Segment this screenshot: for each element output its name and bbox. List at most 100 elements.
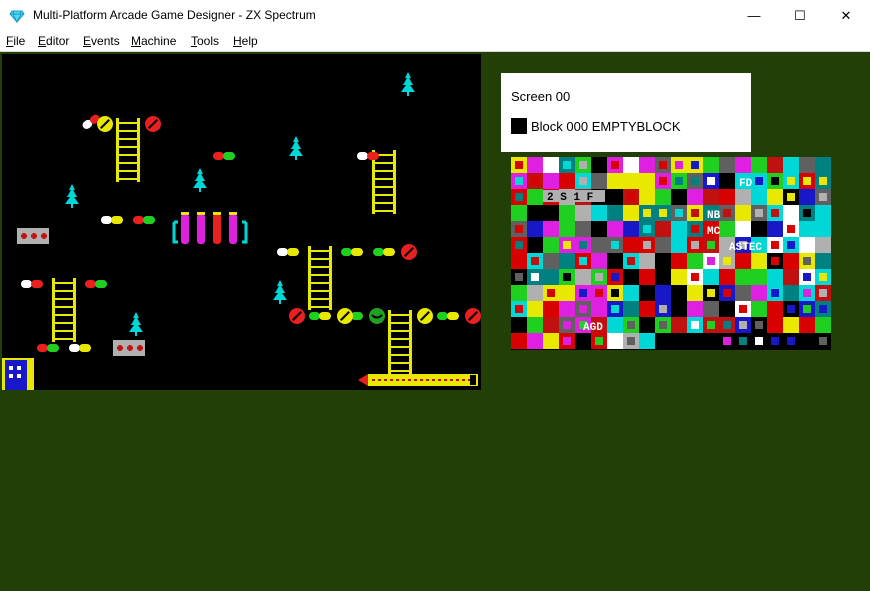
palette-block[interactable] [671,333,687,349]
palette-block[interactable] [687,253,703,269]
palette-block[interactable] [623,205,639,221]
palette-block[interactable] [783,253,799,269]
palette-block[interactable] [719,221,735,237]
palette-block[interactable] [815,221,831,237]
palette-block[interactable] [543,221,559,237]
palette-block[interactable] [703,157,719,173]
palette-block[interactable] [575,221,591,237]
palette-block[interactable] [655,333,671,349]
palette-block[interactable] [527,221,543,237]
palette-block[interactable] [639,317,655,333]
palette-block[interactable] [799,189,815,205]
palette-block[interactable] [639,269,655,285]
palette-block[interactable] [815,237,831,253]
palette-block[interactable] [783,317,799,333]
maximize-button[interactable]: ☐ [777,0,823,31]
palette-block[interactable] [639,333,655,349]
palette-block[interactable] [655,237,671,253]
palette-block[interactable] [815,317,831,333]
palette-block[interactable] [607,189,623,205]
palette-block[interactable] [639,157,655,173]
palette-block[interactable] [575,333,591,349]
palette-block[interactable] [719,157,735,173]
palette-block[interactable] [751,157,767,173]
menu-events[interactable]: Events [83,34,120,48]
palette-block[interactable] [543,333,559,349]
menu-file[interactable]: File [6,34,25,48]
menu-help[interactable]: Help [233,34,258,48]
palette-block[interactable] [543,253,559,269]
palette-block[interactable] [671,189,687,205]
palette-block[interactable] [527,317,543,333]
palette-block[interactable] [799,317,815,333]
palette-block[interactable] [623,285,639,301]
palette-block[interactable] [511,205,527,221]
palette-block[interactable] [623,221,639,237]
palette-block[interactable] [767,317,783,333]
palette-block[interactable] [687,189,703,205]
palette-block[interactable] [767,301,783,317]
palette-block[interactable] [671,237,687,253]
palette-block[interactable] [639,253,655,269]
palette-block[interactable] [575,205,591,221]
menu-tools[interactable]: Tools [191,34,219,48]
palette-block[interactable] [559,301,575,317]
palette-block[interactable] [719,301,735,317]
palette-block[interactable] [543,205,559,221]
palette-block[interactable] [639,189,655,205]
palette-block[interactable] [703,301,719,317]
palette-block[interactable] [687,333,703,349]
palette-block[interactable] [559,253,575,269]
menu-editor[interactable]: Editor [38,34,69,48]
palette-block[interactable] [527,333,543,349]
palette-block[interactable] [767,269,783,285]
palette-block[interactable] [671,253,687,269]
palette-block[interactable] [559,173,575,189]
palette-block[interactable] [751,189,767,205]
palette-block[interactable] [799,221,815,237]
palette-block[interactable] [783,269,799,285]
palette-block[interactable] [527,237,543,253]
palette-block[interactable] [703,189,719,205]
palette-block[interactable] [735,157,751,173]
palette-block[interactable] [607,173,623,189]
palette-block[interactable] [751,253,767,269]
palette-block[interactable] [607,333,623,349]
palette-block[interactable] [543,157,559,173]
palette-block[interactable] [543,173,559,189]
palette-block[interactable] [719,189,735,205]
palette-block[interactable] [799,157,815,173]
palette-block[interactable] [543,269,559,285]
palette-block[interactable] [767,157,783,173]
block-palette[interactable]: 2 S 1 F ASTEC FD NB MC A AGD [511,157,831,350]
palette-block[interactable] [735,253,751,269]
palette-block[interactable] [655,253,671,269]
palette-block[interactable] [607,253,623,269]
palette-block[interactable] [623,301,639,317]
palette-block[interactable] [527,157,543,173]
palette-block[interactable] [591,253,607,269]
palette-block[interactable] [655,285,671,301]
palette-block[interactable] [639,173,655,189]
palette-block[interactable] [623,157,639,173]
palette-block[interactable] [783,157,799,173]
palette-block[interactable] [783,285,799,301]
palette-block[interactable] [751,269,767,285]
palette-block[interactable] [767,189,783,205]
palette-block[interactable] [703,269,719,285]
menu-machine[interactable]: Machine [131,34,176,48]
palette-block[interactable] [815,253,831,269]
palette-block[interactable] [655,269,671,285]
palette-block[interactable] [735,189,751,205]
palette-block[interactable] [543,301,559,317]
palette-block[interactable] [687,301,703,317]
palette-block[interactable] [623,269,639,285]
palette-block[interactable] [815,205,831,221]
palette-block[interactable] [751,301,767,317]
palette-block[interactable] [559,221,575,237]
palette-block[interactable] [735,221,751,237]
palette-block[interactable] [511,253,527,269]
minimize-button[interactable]: — [731,0,777,31]
palette-block[interactable] [511,333,527,349]
palette-block[interactable] [719,173,735,189]
